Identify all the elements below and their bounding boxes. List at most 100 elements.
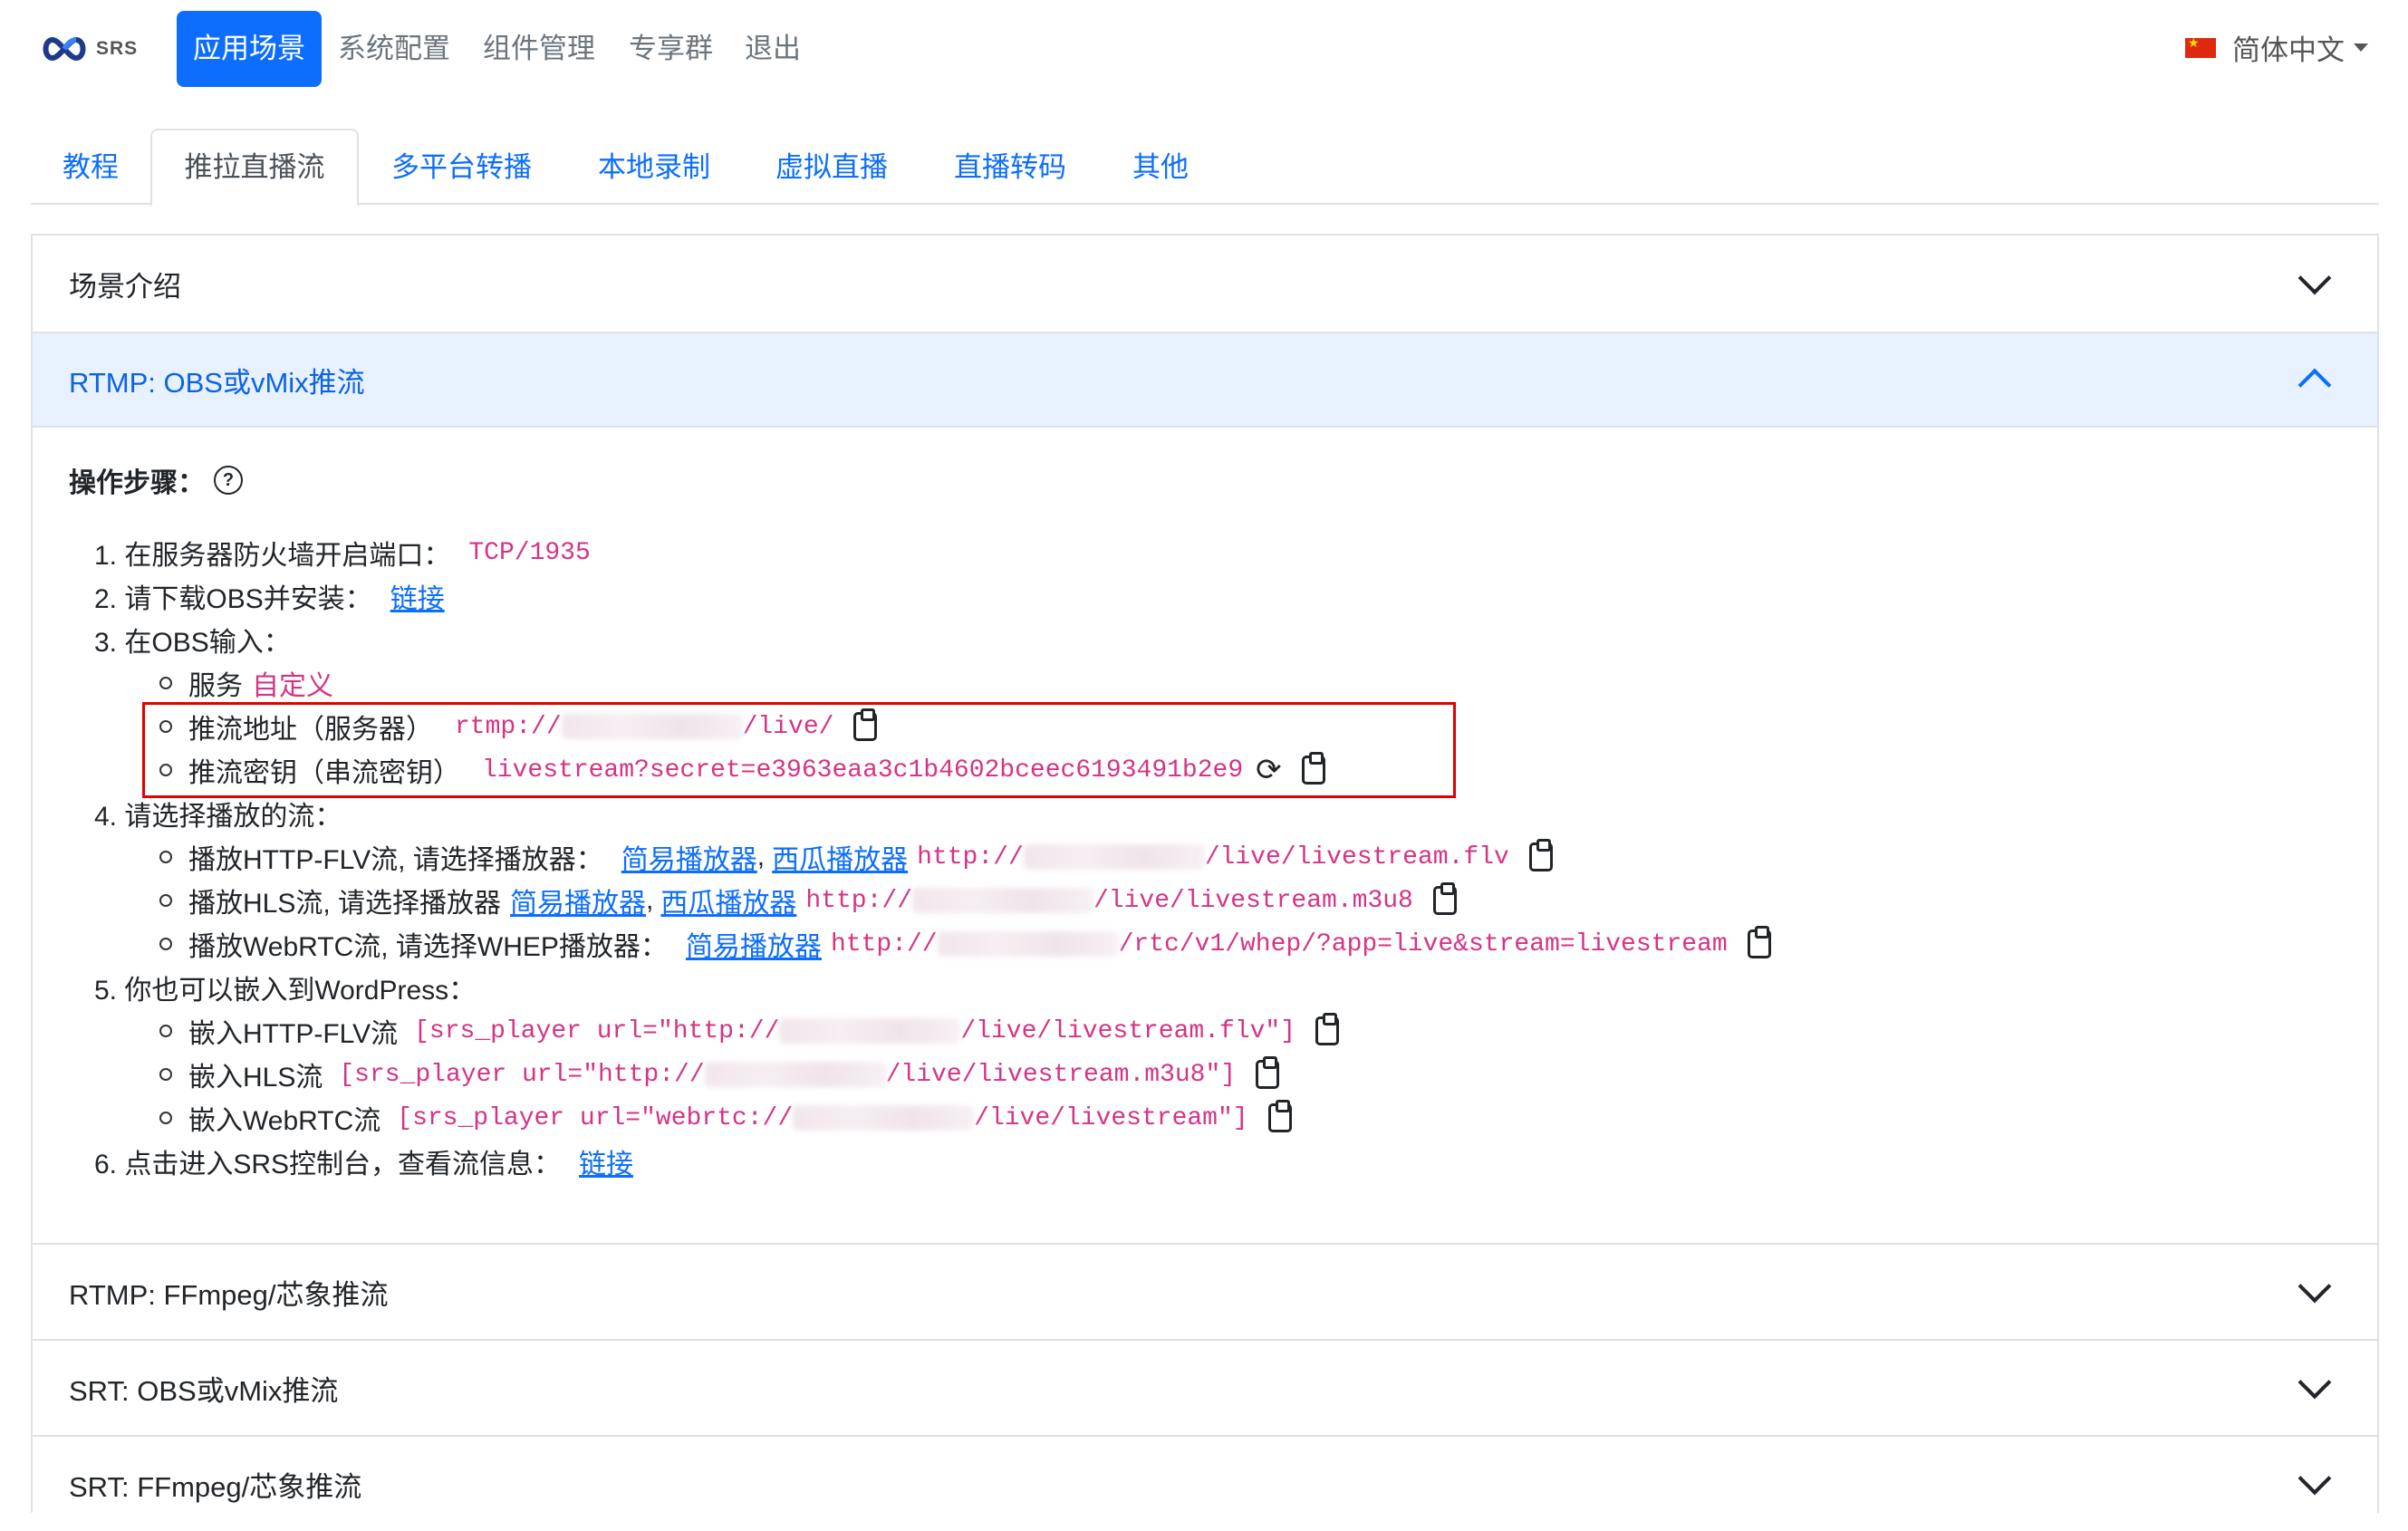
comma: ,: [646, 885, 654, 915]
chevron-down-icon: [2297, 1461, 2332, 1496]
chevron-up-icon: [2297, 368, 2332, 402]
server-url-prefix: rtmp://: [455, 712, 562, 741]
step-3-key: 推流密钥（串流密钥） livestream?secret=e3963eaa3c1…: [159, 748, 1325, 792]
srs-logo[interactable]: SRS: [40, 31, 138, 67]
logo-text: SRS: [96, 38, 139, 59]
accordion-rtmp-obs-header[interactable]: RTMP: OBS或vMix推流: [33, 332, 2377, 428]
steps-heading-text: 操作步骤：: [69, 468, 205, 498]
step-4-hls: 播放HLS流, 请选择播放器 简易播放器 , 西瓜播放器 http:// /li…: [159, 879, 1457, 922]
accordion-srt-ffmpeg-header[interactable]: SRT: FFmpeg/芯象推流: [33, 1435, 2377, 1531]
step-1-label: 1. 在服务器防火墙开启端口：: [94, 541, 451, 571]
clipboard-icon[interactable]: [1256, 1056, 1280, 1089]
flv-url-prefix: http://: [917, 843, 1024, 871]
step-4-flv: 播放HTTP-FLV流, 请选择播放器： 简易播放器 , 西瓜播放器 http:…: [159, 835, 1553, 879]
clipboard-icon[interactable]: [1267, 1100, 1292, 1132]
clipboard-icon[interactable]: [1528, 839, 1553, 871]
embed-flv-label: 嵌入HTTP-FLV流: [188, 1019, 399, 1049]
flv-url-suffix: /live/livestream.flv: [1204, 843, 1509, 871]
step-4-webrtc: 播放WebRTC流, 请选择WHEP播放器： 简易播放器 http:// /rt…: [159, 922, 1771, 966]
embed-hls-prefix: [srs_player url="http://: [339, 1060, 705, 1089]
srs-console-link[interactable]: 链接: [579, 1141, 633, 1181]
step-3-server: 推流地址（服务器） rtmp:// /live/: [159, 705, 878, 748]
step-5-hls: 嵌入HLS流 [srs_player url="http:// /live/li…: [159, 1053, 1280, 1096]
redacted-host: [779, 1018, 961, 1044]
clipboard-icon[interactable]: [853, 708, 878, 741]
embed-webrtc-label: 嵌入WebRTC流: [188, 1106, 381, 1136]
step-3-service: 服务 自定义: [159, 661, 333, 705]
tab-multi-platform[interactable]: 多平台转播: [391, 130, 532, 205]
caret-down-icon: [2354, 43, 2368, 52]
bullet-icon: [159, 851, 172, 863]
clipboard-icon[interactable]: [1747, 926, 1771, 958]
flv-label: 播放HTTP-FLV流, 请选择播放器：: [188, 845, 603, 875]
nav-logout[interactable]: 退出: [745, 11, 801, 87]
tab-other[interactable]: 其他: [1132, 130, 1189, 205]
bullet-icon: [159, 1068, 172, 1081]
server-url-suffix: /live/: [742, 712, 834, 741]
accordion-rtmp-ffmpeg-header[interactable]: RTMP: FFmpeg/芯象推流: [33, 1243, 2377, 1339]
clipboard-icon[interactable]: [1315, 1013, 1340, 1045]
step-3-label: 3. 在OBS输入：: [94, 628, 291, 658]
tab-tutorial[interactable]: 教程: [63, 130, 119, 205]
language-selector[interactable]: 简体中文: [2185, 27, 2368, 68]
bullet-icon: [159, 1112, 172, 1124]
accordion-rtmp-obs-title: RTMP: OBS或vMix推流: [69, 366, 365, 399]
redacted-host: [1023, 844, 1205, 870]
bullet-icon: [159, 894, 172, 907]
redacted-host: [561, 714, 743, 739]
hls-url-suffix: /live/livestream.m3u8: [1093, 886, 1413, 915]
step-3: 3. 在OBS输入：: [94, 618, 291, 661]
obs-download-link[interactable]: 链接: [390, 576, 445, 616]
bullet-icon: [159, 720, 172, 733]
accordion-intro-title: 场景介绍: [69, 270, 181, 303]
step-4-label: 4. 请选择播放的流：: [94, 802, 342, 832]
clipboard-icon[interactable]: [1301, 752, 1325, 785]
webrtc-url-suffix: /rtc/v1/whep/?app=live&stream=livestream: [1118, 929, 1728, 958]
accordion-rtmp-ffmpeg-title: RTMP: FFmpeg/芯象推流: [69, 1278, 389, 1311]
tab-push-pull-stream[interactable]: 推拉直播流: [150, 129, 359, 207]
service-label: 服务: [188, 671, 243, 701]
nav-scenarios[interactable]: 应用场景: [177, 11, 322, 87]
infinity-logo-icon: [43, 36, 86, 62]
step-6-label: 6. 点击进入SRS控制台，查看流信息：: [94, 1150, 562, 1180]
bullet-icon: [159, 764, 172, 776]
embed-hls-label: 嵌入HLS流: [188, 1063, 323, 1093]
nav-system-config[interactable]: 系统配置: [338, 11, 450, 87]
tab-local-record[interactable]: 本地录制: [598, 130, 710, 205]
tabs-divider: [31, 203, 2379, 205]
accordion-srt-obs-header[interactable]: SRT: OBS或vMix推流: [33, 1339, 2377, 1435]
step-4: 4. 请选择播放的流：: [94, 792, 342, 835]
step-6: 6. 点击进入SRS控制台，查看流信息： 链接: [94, 1140, 633, 1183]
accordion-intro-header[interactable]: 场景介绍: [33, 236, 2377, 332]
nav-components[interactable]: 组件管理: [483, 11, 595, 87]
flv-simple-player-link[interactable]: 简易播放器: [621, 837, 757, 877]
chevron-down-icon: [2297, 1269, 2332, 1304]
service-value: 自定义: [252, 671, 333, 701]
clipboard-icon[interactable]: [1432, 882, 1457, 915]
hls-simple-player-link[interactable]: 简易播放器: [510, 881, 646, 920]
help-question-icon[interactable]: ?: [214, 466, 243, 495]
bullet-icon: [159, 938, 172, 950]
embed-webrtc-suffix: /live/livestream"]: [974, 1103, 1248, 1132]
flv-xigua-player-link[interactable]: 西瓜播放器: [772, 837, 908, 877]
accordion-srt-obs-title: SRT: OBS或vMix推流: [69, 1374, 339, 1407]
language-label: 简体中文: [2232, 34, 2345, 66]
stream-key-value: livestream?secret=e3963eaa3c1b4602bceec6…: [482, 756, 1244, 785]
redacted-host: [937, 931, 1119, 957]
embed-flv-prefix: [srs_player url="http://: [414, 1016, 780, 1045]
chevron-down-icon: [2297, 261, 2332, 295]
bullet-icon: [159, 677, 172, 689]
hls-xigua-player-link[interactable]: 西瓜播放器: [660, 881, 796, 920]
accordion-srt-ffmpeg-title: SRT: FFmpeg/芯象推流: [69, 1470, 362, 1503]
tab-transcode[interactable]: 直播转码: [954, 130, 1066, 205]
tab-virtual-live[interactable]: 虚拟直播: [775, 130, 888, 205]
step-2-label: 2. 请下载OBS并安装：: [94, 584, 372, 614]
hls-label: 播放HLS流, 请选择播放器: [188, 889, 502, 919]
bullet-icon: [159, 1025, 172, 1037]
redacted-host: [793, 1105, 975, 1131]
firewall-port-value: TCP/1935: [468, 538, 591, 567]
nav-exclusive-group[interactable]: 专享群: [629, 11, 713, 87]
webrtc-simple-player-link[interactable]: 简易播放器: [686, 924, 822, 964]
refresh-icon[interactable]: ⟳: [1256, 755, 1282, 785]
steps-heading: 操作步骤： ?: [69, 458, 243, 502]
